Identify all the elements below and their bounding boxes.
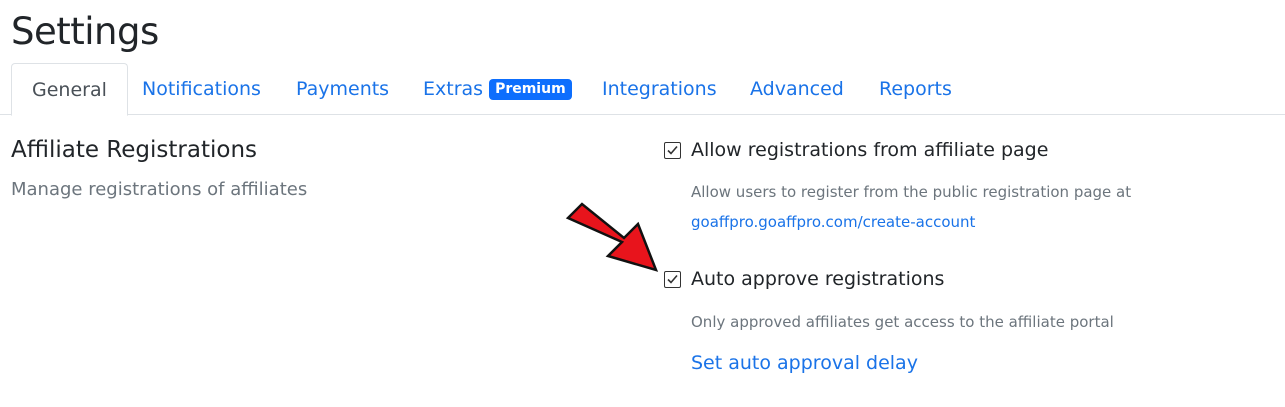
auto-approve-label: Auto approve registrations [691,268,945,290]
tab-integrations[interactable]: Integrations [602,63,717,115]
settings-tabs: General Notifications Payments Extras Pre… [0,63,1285,116]
section-title: Affiliate Registrations [11,137,258,163]
auto-approval-delay-link[interactable]: Set auto approval delay [691,352,918,374]
tab-notifications[interactable]: Notifications [142,63,261,115]
tab-extras-label: Extras [423,78,484,100]
section-subtitle: Manage registrations of affiliates [11,179,308,200]
tab-advanced[interactable]: Advanced [750,63,844,115]
auto-approve-help: Only approved affiliates get access to t… [691,313,1114,331]
tab-extras[interactable]: Extras Premium [423,63,572,115]
create-account-link[interactable]: goaffpro.goaffpro.com/create-account [691,213,975,231]
tab-reports[interactable]: Reports [879,63,952,115]
premium-badge: Premium [489,79,572,100]
allow-registrations-help: Allow users to register from the public … [691,183,1132,201]
red-arrow-icon [565,202,659,272]
page-title: Settings [11,10,159,53]
allow-registrations-checkbox[interactable] [664,142,681,159]
settings-page: Settings General Notifications Payments … [0,0,1285,407]
allow-registrations-label: Allow registrations from affiliate page [691,139,1049,161]
tab-general[interactable]: General [11,63,128,116]
checkmark-icon [667,145,678,155]
tab-payments[interactable]: Payments [296,63,389,115]
